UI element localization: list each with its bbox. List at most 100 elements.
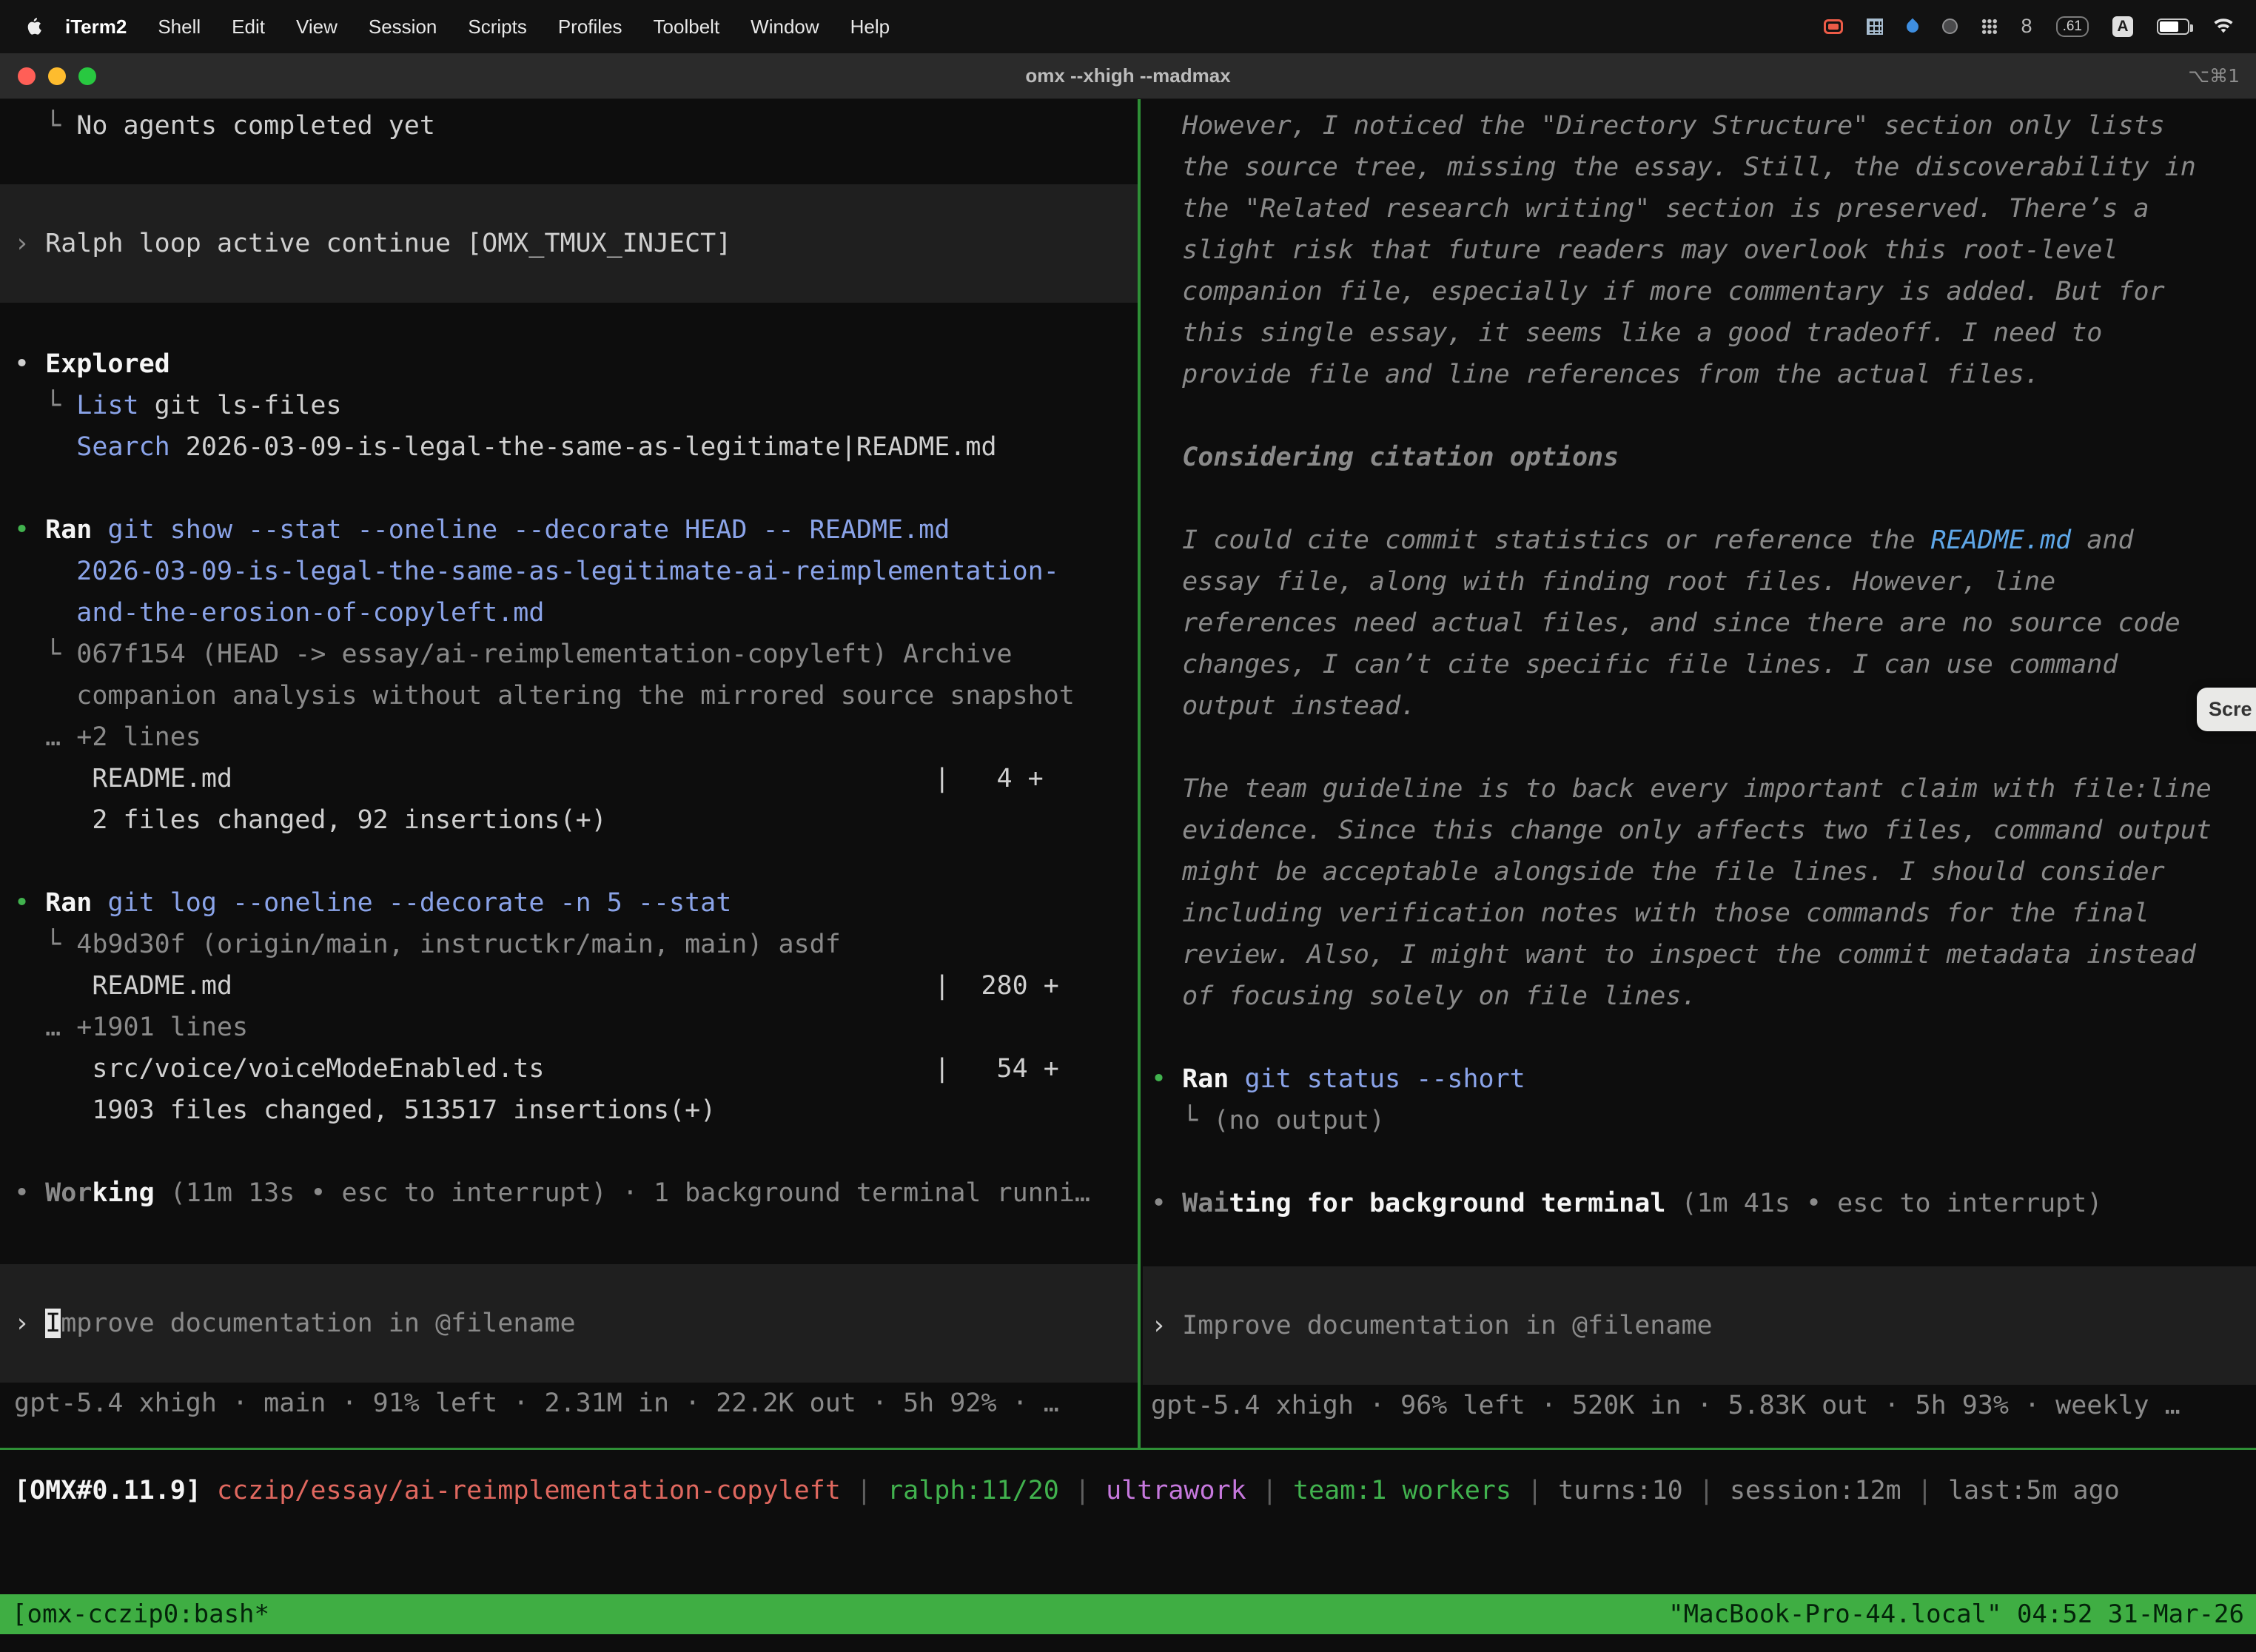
- screen-recording-indicator-icon[interactable]: [1824, 19, 1843, 34]
- minimize-button[interactable]: [48, 67, 66, 85]
- terminal-line: • Ran git log --oneline --decorate -n 5 …: [0, 882, 1138, 924]
- terminal-line: … +2 lines: [0, 716, 1138, 758]
- right-pane: However, I noticed the "Directory Struct…: [1143, 99, 2256, 1448]
- prompt-input-left-line: › Improve documentation in @filename: [0, 1303, 1138, 1344]
- window-controls: [18, 67, 96, 85]
- left-pane: └ No agents completed yet › Ralph loop ac…: [0, 99, 1138, 1448]
- close-button[interactable]: [18, 67, 36, 85]
- working-status-line: • Working (11m 13s • esc to interrupt) ·…: [0, 1172, 1138, 1214]
- window-title-bar: omx --xhigh --madmax ⌥⌘1: [0, 53, 2256, 99]
- prompt-input-left[interactable]: › Improve documentation in @filename: [0, 1264, 1138, 1383]
- terminal-line: the source tree, missing the essay. Stil…: [1143, 147, 2256, 188]
- terminal-line: └ List git ls-files: [0, 385, 1138, 426]
- menu-item-window[interactable]: Window: [735, 16, 834, 38]
- session-status-right: gpt-5.4 xhigh · 96% left · 520K in · 5.8…: [1143, 1385, 2256, 1426]
- prompt-input-right[interactable]: › Improve documentation in @filename: [1143, 1266, 2256, 1385]
- terminal-line: including verification notes with those …: [1143, 893, 2256, 934]
- terminal: └ No agents completed yet › Ralph loop ac…: [0, 99, 2256, 1652]
- omx-status-pane: [OMX#0.11.9] cczip/essay/ai-reimplementa…: [0, 1450, 2256, 1594]
- terminal-line: └ 067f154 (HEAD -> essay/ai-reimplementa…: [0, 634, 1138, 675]
- drop-app-icon[interactable]: [1904, 19, 1921, 36]
- menu-item-shell[interactable]: Shell: [142, 16, 216, 38]
- menu-items: iTerm2ShellEditViewSessionScriptsProfile…: [50, 16, 905, 38]
- terminal-line: the "Related research writing" section i…: [1143, 188, 2256, 229]
- menu-item-session[interactable]: Session: [353, 16, 453, 38]
- terminal-line: review. Also, I might want to inspect th…: [1143, 934, 2256, 976]
- menu-item-toolbelt[interactable]: Toolbelt: [638, 16, 736, 38]
- terminal-line: [0, 841, 1138, 882]
- terminal-line: 2026-03-09-is-legal-the-same-as-legitima…: [0, 551, 1138, 592]
- ralph-loop-banner: › Ralph loop active continue [OMX_TMUX_I…: [0, 184, 1138, 303]
- terminal-line: └ No agents completed yet: [0, 105, 1138, 147]
- waiting-status-line: • Waiting for background terminal (1m 41…: [1143, 1183, 2256, 1224]
- terminal-line: essay file, along with finding root file…: [1143, 561, 2256, 602]
- terminal-line: └ 4b9d30f (origin/main, instructkr/main,…: [0, 924, 1138, 965]
- terminal-line: • Ran git status --short: [1143, 1058, 2256, 1100]
- menu-item-profiles[interactable]: Profiles: [543, 16, 638, 38]
- terminal-line: 1903 files changed, 513517 insertions(+): [0, 1089, 1138, 1131]
- tmux-host-clock: "MacBook-Pro-44.local" 04:52 31-Mar-26: [1668, 1599, 2244, 1629]
- terminal-line: output instead.: [1143, 685, 2256, 727]
- terminal-line: [1143, 478, 2256, 520]
- menu-bar: iTerm2ShellEditViewSessionScriptsProfile…: [0, 0, 2256, 53]
- screen: iTerm2ShellEditViewSessionScriptsProfile…: [0, 0, 2256, 1652]
- terminal-line: src/voice/voiceModeEnabled.ts | 54 +: [0, 1048, 1138, 1089]
- omx-status-line: [OMX#0.11.9] cczip/essay/ai-reimplementa…: [0, 1470, 2256, 1511]
- terminal-line: provide file and line references from th…: [1143, 354, 2256, 395]
- terminal-line: of focusing solely on file lines.: [1143, 976, 2256, 1017]
- battery-icon[interactable]: [2157, 19, 2189, 35]
- terminal-line: • Explored: [0, 343, 1138, 385]
- text-cursor: I: [45, 1309, 61, 1338]
- terminal-line: and-the-erosion-of-copyleft.md: [0, 592, 1138, 634]
- terminal-line: [0, 1131, 1138, 1172]
- dots-grid-app-icon[interactable]: [1981, 19, 1998, 35]
- terminal-line: this single essay, it seems like a good …: [1143, 312, 2256, 354]
- terminal-line: • Ran git show --stat --oneline --decora…: [0, 509, 1138, 551]
- terminal-line: evidence. Since this change only affects…: [1143, 810, 2256, 851]
- menu-item-view[interactable]: View: [281, 16, 353, 38]
- terminal-line: Search 2026-03-09-is-legal-the-same-as-l…: [0, 426, 1138, 468]
- terminal-line: [1143, 1141, 2256, 1183]
- menu-item-scripts[interactable]: Scripts: [452, 16, 542, 38]
- terminal-line: changes, I can’t cite specific file line…: [1143, 644, 2256, 685]
- session-status-left: gpt-5.4 xhigh · main · 91% left · 2.31M …: [0, 1383, 1138, 1424]
- tmux-status-bar: [omx-cczip0:bash* "MacBook-Pro-44.local"…: [0, 1594, 2256, 1634]
- apple-menu-icon[interactable]: [25, 17, 42, 36]
- tmux-session-label: [omx-cczip0:bash*: [12, 1599, 269, 1629]
- terminal-line: 2 files changed, 92 insertions(+): [0, 799, 1138, 841]
- gauge-indicator[interactable]: .61: [2056, 16, 2089, 38]
- circle-app-icon[interactable]: [1942, 19, 1958, 34]
- terminal-line: … +1901 lines: [0, 1007, 1138, 1048]
- terminal-line: [1143, 727, 2256, 768]
- terminal-line: [1143, 395, 2256, 437]
- terminal-line: └ (no output): [1143, 1100, 2256, 1141]
- wifi-icon[interactable]: [2213, 19, 2234, 35]
- screen-share-popover[interactable]: Scre: [2197, 688, 2256, 731]
- terminal-line: README.md | 280 +: [0, 965, 1138, 1007]
- zoom-button[interactable]: [78, 67, 96, 85]
- terminal-line: The team guideline is to back every impo…: [1143, 768, 2256, 810]
- pane-divider-vertical: [1138, 99, 1141, 1448]
- terminal-line: However, I noticed the "Directory Struct…: [1143, 105, 2256, 147]
- prompt-input-right-line: › Improve documentation in @filename: [1143, 1305, 2256, 1346]
- terminal-line: companion file, especially if more comme…: [1143, 271, 2256, 312]
- input-source-icon[interactable]: A: [2112, 16, 2133, 37]
- window-title: omx --xhigh --madmax: [0, 64, 2256, 87]
- terminal-line: references need actual files, and since …: [1143, 602, 2256, 644]
- terminal-line: [1143, 1017, 2256, 1058]
- terminal-line: slight risk that future readers may over…: [1143, 229, 2256, 271]
- terminal-line: README.md | 4 +: [0, 758, 1138, 799]
- grid-app-icon[interactable]: [1867, 19, 1883, 35]
- menu-status-icons: 8 .61 A: [1824, 16, 2234, 38]
- menu-item-iterm2[interactable]: iTerm2: [50, 16, 142, 38]
- window-shortcut-badge: ⌥⌘1: [2188, 65, 2240, 87]
- thinking-heading: Considering citation options: [1143, 437, 2256, 478]
- figure-eight-app-icon[interactable]: 8: [2021, 16, 2032, 36]
- terminal-line: [0, 468, 1138, 509]
- terminal-line: companion analysis without altering the …: [0, 675, 1138, 716]
- ralph-loop-banner-line: › Ralph loop active continue [OMX_TMUX_I…: [0, 223, 1138, 264]
- menu-item-edit[interactable]: Edit: [216, 16, 281, 38]
- terminal-line: might be acceptable alongside the file l…: [1143, 851, 2256, 893]
- menu-item-help[interactable]: Help: [835, 16, 905, 38]
- terminal-line: I could cite commit statistics or refere…: [1143, 520, 2256, 561]
